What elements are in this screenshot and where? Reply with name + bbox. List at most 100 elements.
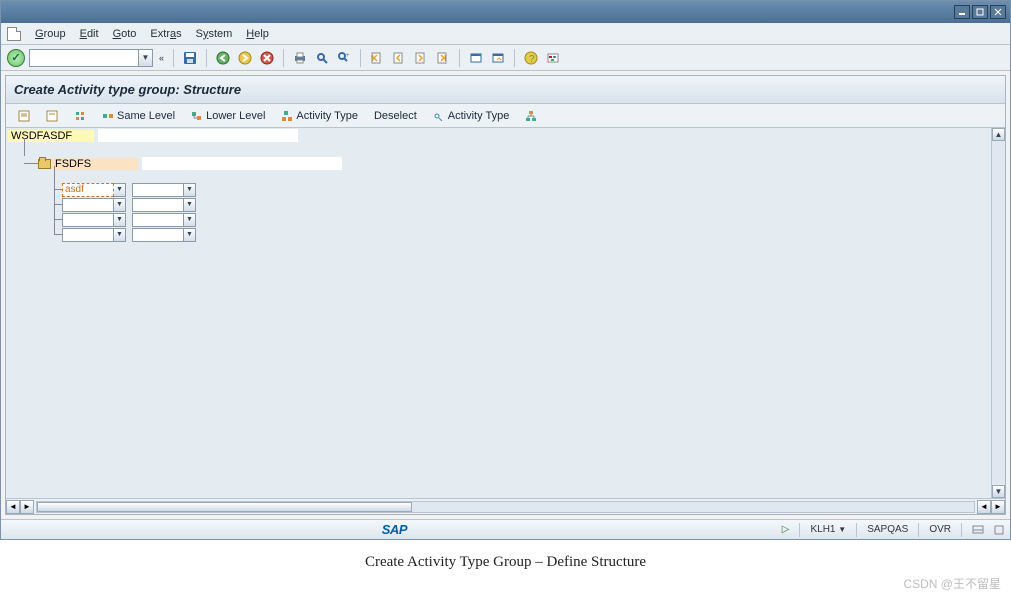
collapse-toolbar[interactable]: « [157, 53, 166, 63]
status-insert-mode: OVR [929, 524, 951, 535]
child-label: FSDFS [52, 158, 138, 170]
status-server: SAPQAS [867, 524, 908, 535]
hscroll-track[interactable] [36, 501, 975, 513]
toolbar-icon-3[interactable] [68, 107, 92, 125]
status-system[interactable]: KLH1 ▼ [810, 524, 846, 535]
prev-page-icon[interactable] [390, 49, 408, 67]
menu-system[interactable]: System [196, 28, 233, 40]
hierarchy-icon-button[interactable] [519, 107, 543, 125]
tree-area: WSDFASDF FSDFS [6, 128, 1005, 498]
find-icon[interactable] [313, 49, 331, 67]
entry-dropdown[interactable] [184, 228, 196, 242]
separator [206, 49, 207, 67]
application-toolbar: Same Level Lower Level Activity Type Des… [6, 104, 1005, 128]
first-page-icon[interactable] [368, 49, 386, 67]
scroll-left-button-2[interactable] [977, 500, 991, 514]
lower-level-label: Lower Level [206, 110, 265, 122]
menu-help[interactable]: Help [246, 28, 269, 40]
close-button[interactable] [990, 5, 1006, 19]
tree-entry-input[interactable] [132, 213, 184, 227]
folder-icon [38, 159, 51, 169]
new-session-icon[interactable]: + [467, 49, 485, 67]
horizontal-scroll-area [6, 498, 1005, 514]
tree-root-row[interactable]: WSDFASDF [8, 128, 1005, 143]
tree-entry-input[interactable] [132, 228, 184, 242]
last-page-icon[interactable] [434, 49, 452, 67]
tree-entry-input[interactable] [132, 183, 184, 197]
same-level-button[interactable]: Same Level [96, 107, 181, 125]
status-tray-icon[interactable] [972, 525, 984, 535]
root-description[interactable] [98, 129, 298, 142]
separator [360, 49, 361, 67]
child-description[interactable] [142, 157, 342, 170]
separator [459, 49, 460, 67]
print-icon[interactable] [291, 49, 309, 67]
entry-dropdown[interactable] [114, 183, 126, 197]
separator [283, 49, 284, 67]
sap-logo: SAP [382, 522, 407, 537]
command-field[interactable] [29, 49, 139, 67]
tree-entry-input[interactable] [62, 228, 114, 242]
tree-input-row [8, 182, 1005, 197]
toolbar-icon-2[interactable] [40, 107, 64, 125]
menu-bar: Group Edit Goto Extras System Help [1, 23, 1010, 45]
menu-group[interactable]: Group [35, 28, 66, 40]
exit-icon[interactable] [236, 49, 254, 67]
separator [514, 49, 515, 67]
main-window: Group Edit Goto Extras System Help ✓ « +… [0, 0, 1011, 540]
menu-edit[interactable]: Edit [80, 28, 99, 40]
status-play-icon[interactable]: ▷ [782, 524, 790, 535]
tree-entry-input[interactable] [62, 213, 114, 227]
status-close-icon[interactable] [994, 525, 1004, 535]
command-dropdown[interactable] [139, 49, 153, 67]
help-icon[interactable]: ? [522, 49, 540, 67]
separator [918, 523, 919, 537]
title-bar [1, 1, 1010, 23]
entry-dropdown[interactable] [184, 213, 196, 227]
scroll-right-button-2[interactable] [991, 500, 1005, 514]
activity-type-button[interactable]: Activity Type [275, 107, 364, 125]
entry-dropdown[interactable] [114, 228, 126, 242]
separator [799, 523, 800, 537]
tree-entry-input[interactable] [62, 198, 114, 212]
activity-type2-label: Activity Type [448, 110, 510, 122]
deselect-button[interactable]: Deselect [368, 107, 423, 125]
minimize-button[interactable] [954, 5, 970, 19]
vertical-scrollbar[interactable] [991, 128, 1005, 498]
entry-dropdown[interactable] [184, 183, 196, 197]
entry-dropdown[interactable] [114, 198, 126, 212]
maximize-button[interactable] [972, 5, 988, 19]
tree-entry-input-active[interactable] [62, 183, 114, 197]
tree-input-row [8, 227, 1005, 242]
next-page-icon[interactable] [412, 49, 430, 67]
document-icon[interactable] [7, 27, 21, 41]
tree-input-row [8, 197, 1005, 212]
separator [856, 523, 857, 537]
scroll-down-button[interactable] [992, 485, 1005, 498]
lower-level-button[interactable]: Lower Level [185, 107, 271, 125]
root-label: WSDFASDF [8, 130, 94, 142]
entry-dropdown[interactable] [184, 198, 196, 212]
watermark: CSDN @王不留星 [0, 573, 1011, 598]
entry-dropdown[interactable] [114, 213, 126, 227]
cancel-icon[interactable] [258, 49, 276, 67]
find-next-icon[interactable]: + [335, 49, 353, 67]
scroll-up-button[interactable] [992, 128, 1005, 141]
separator [961, 523, 962, 537]
save-icon[interactable] [181, 49, 199, 67]
toolbar-icon-1[interactable] [12, 107, 36, 125]
hscroll-thumb[interactable] [37, 502, 412, 512]
activity-type-icon-button[interactable]: Activity Type [427, 107, 516, 125]
customize-icon[interactable] [544, 49, 562, 67]
tree-connector [54, 189, 62, 190]
menu-extras[interactable]: Extras [150, 28, 181, 40]
scroll-left-button[interactable] [6, 500, 20, 514]
menu-goto[interactable]: Goto [113, 28, 137, 40]
back-icon[interactable] [214, 49, 232, 67]
enter-button[interactable]: ✓ [7, 49, 25, 67]
tree-child-row[interactable]: FSDFS [8, 156, 1005, 171]
layout-icon[interactable] [489, 49, 507, 67]
scroll-right-button[interactable] [20, 500, 34, 514]
tree-entry-input[interactable] [132, 198, 184, 212]
content-panel: Create Activity type group: Structure Sa… [5, 75, 1006, 515]
